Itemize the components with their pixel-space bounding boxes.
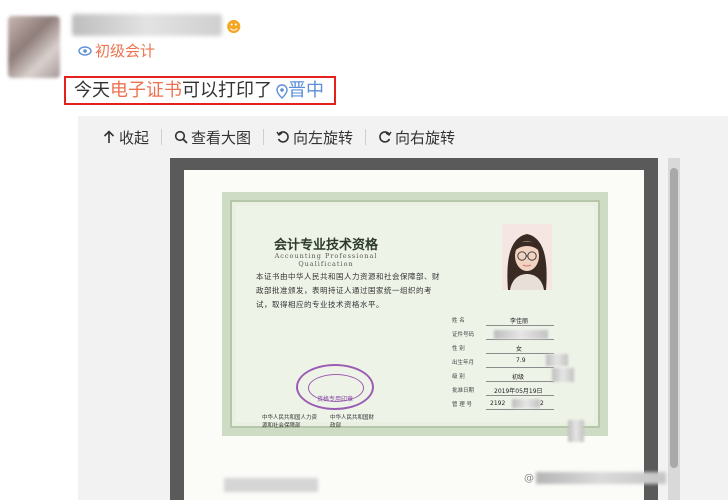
magnifier-icon bbox=[174, 130, 188, 144]
post-text: 今天 电子证书 可以打印了 晋中 bbox=[74, 79, 324, 103]
collapse-label: 收起 bbox=[119, 128, 150, 147]
vip-emoji-icon: ☻ bbox=[226, 18, 242, 36]
author-name-redacted[interactable] bbox=[72, 14, 222, 36]
redacted-level bbox=[552, 368, 574, 382]
watermark-redacted bbox=[536, 472, 666, 484]
redacted-corner bbox=[568, 420, 584, 442]
rotate-left-icon bbox=[276, 131, 289, 143]
field-label-name: 姓 名 bbox=[452, 318, 465, 324]
avatar[interactable] bbox=[8, 16, 60, 78]
post-text-rest: 可以打印了 bbox=[182, 80, 272, 101]
toolbar-divider bbox=[263, 129, 265, 145]
certificate-title: 会计专业技术资格 bbox=[273, 238, 378, 253]
redacted-mgmt bbox=[512, 399, 540, 408]
field-line bbox=[486, 325, 554, 326]
post-text-plain: 今天 bbox=[74, 80, 110, 101]
redacted-id bbox=[494, 330, 548, 339]
field-value-mgmt-tail: 2 bbox=[540, 400, 544, 407]
field-line bbox=[486, 367, 554, 368]
toolbar-divider bbox=[161, 129, 163, 145]
collapse-button[interactable]: 收起 bbox=[100, 126, 151, 148]
arrow-up-icon bbox=[103, 130, 115, 143]
view-large-label: 查看大图 bbox=[191, 128, 252, 147]
field-value-gender: 女 bbox=[516, 346, 523, 353]
location-pin-icon bbox=[276, 83, 288, 99]
rotate-left-label: 向左旋转 bbox=[293, 128, 354, 147]
field-label-level: 级 别 bbox=[452, 374, 465, 380]
eye-icon bbox=[78, 45, 92, 56]
toolbar-divider bbox=[365, 129, 367, 145]
view-large-button[interactable]: 查看大图 bbox=[172, 126, 253, 148]
location-link[interactable]: 晋中 bbox=[276, 79, 324, 103]
official-seal: 资格专用印章 bbox=[296, 364, 374, 410]
rotate-right-icon bbox=[379, 131, 392, 143]
issuer-right: 中华人民共和国财政部 bbox=[330, 415, 375, 429]
topic-tag-label[interactable]: 初级会计 bbox=[95, 40, 155, 61]
location-label[interactable]: 晋中 bbox=[288, 79, 324, 103]
field-value-mgmt: 2192 bbox=[490, 400, 506, 407]
certificate-subtitle: Accounting Professional Qualification bbox=[274, 252, 378, 268]
post-text-link[interactable]: 电子证书 bbox=[110, 79, 182, 103]
field-label-date: 批准日期 bbox=[452, 388, 475, 394]
topic-tag[interactable]: 初级会计 bbox=[78, 40, 155, 61]
field-value-level: 初级 bbox=[512, 374, 525, 381]
redacted-birth bbox=[546, 354, 568, 366]
watermark-symbol: @ bbox=[524, 472, 534, 484]
field-label-mgmt: 管 理 号 bbox=[452, 402, 472, 408]
field-line bbox=[486, 409, 554, 410]
certificate-body: 本证书由中华人民共和国人力资源和社会保障部、财政部批准颁发，表明持证人通过国家统… bbox=[256, 272, 440, 309]
rotate-right-button[interactable]: 向右旋转 bbox=[376, 126, 457, 148]
rotate-right-label: 向右旋转 bbox=[395, 128, 456, 147]
field-label-gender: 性 别 bbox=[452, 346, 465, 352]
watermark: @ bbox=[524, 472, 666, 484]
field-line bbox=[486, 395, 554, 396]
holder-photo bbox=[502, 224, 552, 290]
field-value-birth: 7.9 bbox=[516, 357, 526, 364]
field-line bbox=[486, 381, 554, 382]
field-value-date: 2019年05月19日 bbox=[494, 388, 543, 395]
scrollbar-thumb[interactable] bbox=[670, 168, 678, 468]
issuer-left: 中华人民共和国人力资源和社会保障部 bbox=[262, 415, 318, 429]
field-value-name: 李佳丽 bbox=[510, 318, 529, 325]
seal-text: 资格专用印章 bbox=[316, 396, 353, 403]
field-line bbox=[486, 339, 554, 340]
field-label-birth: 出生年月 bbox=[452, 360, 475, 366]
field-label-id: 证件号码 bbox=[452, 332, 475, 338]
rotate-left-button[interactable]: 向左旋转 bbox=[274, 126, 355, 148]
redacted-caption bbox=[224, 478, 318, 492]
field-line bbox=[486, 353, 554, 354]
media-toolbar: 收起 查看大图 向左旋转 向右旋转 bbox=[100, 126, 457, 148]
